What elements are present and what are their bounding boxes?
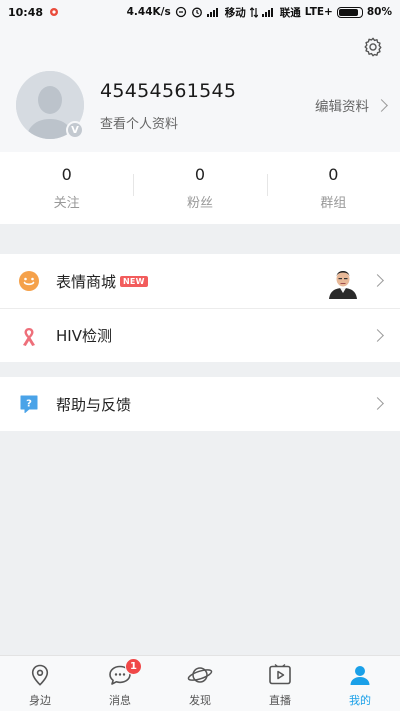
- tab-label: 发现: [189, 694, 211, 707]
- alarm-icon: [191, 6, 203, 18]
- tab-label: 身边: [29, 694, 51, 707]
- svg-text:?: ?: [26, 399, 32, 410]
- stat-fans-count: 0: [194, 165, 206, 184]
- verified-badge: V: [66, 121, 84, 139]
- data-arrows-icon: [249, 6, 258, 18]
- edit-profile-button[interactable]: 编辑资料: [315, 95, 388, 115]
- tab-discover[interactable]: 发现: [160, 656, 240, 711]
- new-badge: NEW: [120, 275, 148, 287]
- username: 45454561545: [100, 80, 237, 102]
- tab-label: 消息: [109, 694, 131, 707]
- location-pin-icon: [27, 662, 53, 688]
- stat-groups-label: 群组: [320, 196, 347, 211]
- help-question-icon: ?: [18, 393, 40, 415]
- carrier-1: 移动: [224, 6, 246, 19]
- chevron-right-icon: [371, 397, 384, 410]
- settings-gear-icon[interactable]: [362, 36, 384, 58]
- chevron-right-icon: [371, 329, 384, 342]
- menu-item-label: 表情商城: [56, 272, 117, 291]
- sticker-preview-image: [326, 265, 360, 299]
- status-time: 10:48: [8, 5, 44, 19]
- view-profile-link[interactable]: 查看个人资料: [100, 113, 178, 132]
- menu-group-1: 表情商城 NEW HIV检测: [0, 254, 400, 362]
- carrier-2: 联通: [279, 6, 301, 19]
- signal-icon: [206, 7, 221, 17]
- stat-following-label: 关注: [53, 196, 80, 211]
- battery-percent: 80%: [366, 6, 392, 18]
- menu-item-label: 帮助与反馈: [56, 395, 132, 414]
- chevron-right-icon: [371, 274, 384, 287]
- live-video-icon: [267, 662, 293, 688]
- smiley-icon: [18, 270, 40, 292]
- edit-profile-label: 编辑资料: [315, 99, 369, 115]
- menu-item-help-feedback[interactable]: ? 帮助与反馈: [0, 377, 400, 431]
- unread-messages-badge: 1: [125, 658, 142, 675]
- sync-icon: [175, 6, 187, 18]
- tab-label: 直播: [269, 694, 291, 707]
- menu-item-sticker-store[interactable]: 表情商城 NEW: [0, 254, 400, 308]
- tab-label: 我的: [349, 694, 371, 707]
- planet-icon: [187, 662, 213, 688]
- status-bar: 10:48 4.44K/s 移动 联通 LTE+ 80%: [0, 0, 400, 24]
- stat-groups[interactable]: 0 群组: [266, 152, 400, 224]
- stat-groups-count: 0: [328, 165, 339, 184]
- menu-item-label: HIV检测: [56, 327, 112, 345]
- person-icon: [347, 662, 373, 688]
- signal-icon-2: [261, 7, 276, 17]
- tab-messages[interactable]: 1 消息: [80, 656, 160, 711]
- stat-following-count: 0: [61, 165, 72, 184]
- bottom-tab-bar: 身边 1 消息 发现 直播 我的: [0, 655, 400, 711]
- network-speed: 4.44K/s: [126, 6, 171, 18]
- menu-group-2: ? 帮助与反馈: [0, 377, 400, 431]
- tab-live[interactable]: 直播: [240, 656, 320, 711]
- ribbon-icon: [18, 325, 40, 347]
- stats-bar: 0 关注 0 粉丝 0 群组: [0, 152, 400, 224]
- tab-nearby[interactable]: 身边: [0, 656, 80, 711]
- tab-me[interactable]: 我的: [320, 656, 400, 711]
- chevron-right-icon: [375, 98, 388, 112]
- profile-header: V 45454561545 查看个人资料 编辑资料: [0, 24, 400, 152]
- notification-icon: [49, 7, 59, 17]
- battery-icon: [336, 6, 363, 18]
- stat-fans[interactable]: 0 粉丝: [133, 152, 266, 224]
- network-type: LTE+: [304, 6, 333, 18]
- menu-item-hiv-test[interactable]: HIV检测: [0, 308, 400, 362]
- stat-fans-label: 粉丝: [186, 196, 213, 211]
- stat-following[interactable]: 0 关注: [0, 152, 133, 224]
